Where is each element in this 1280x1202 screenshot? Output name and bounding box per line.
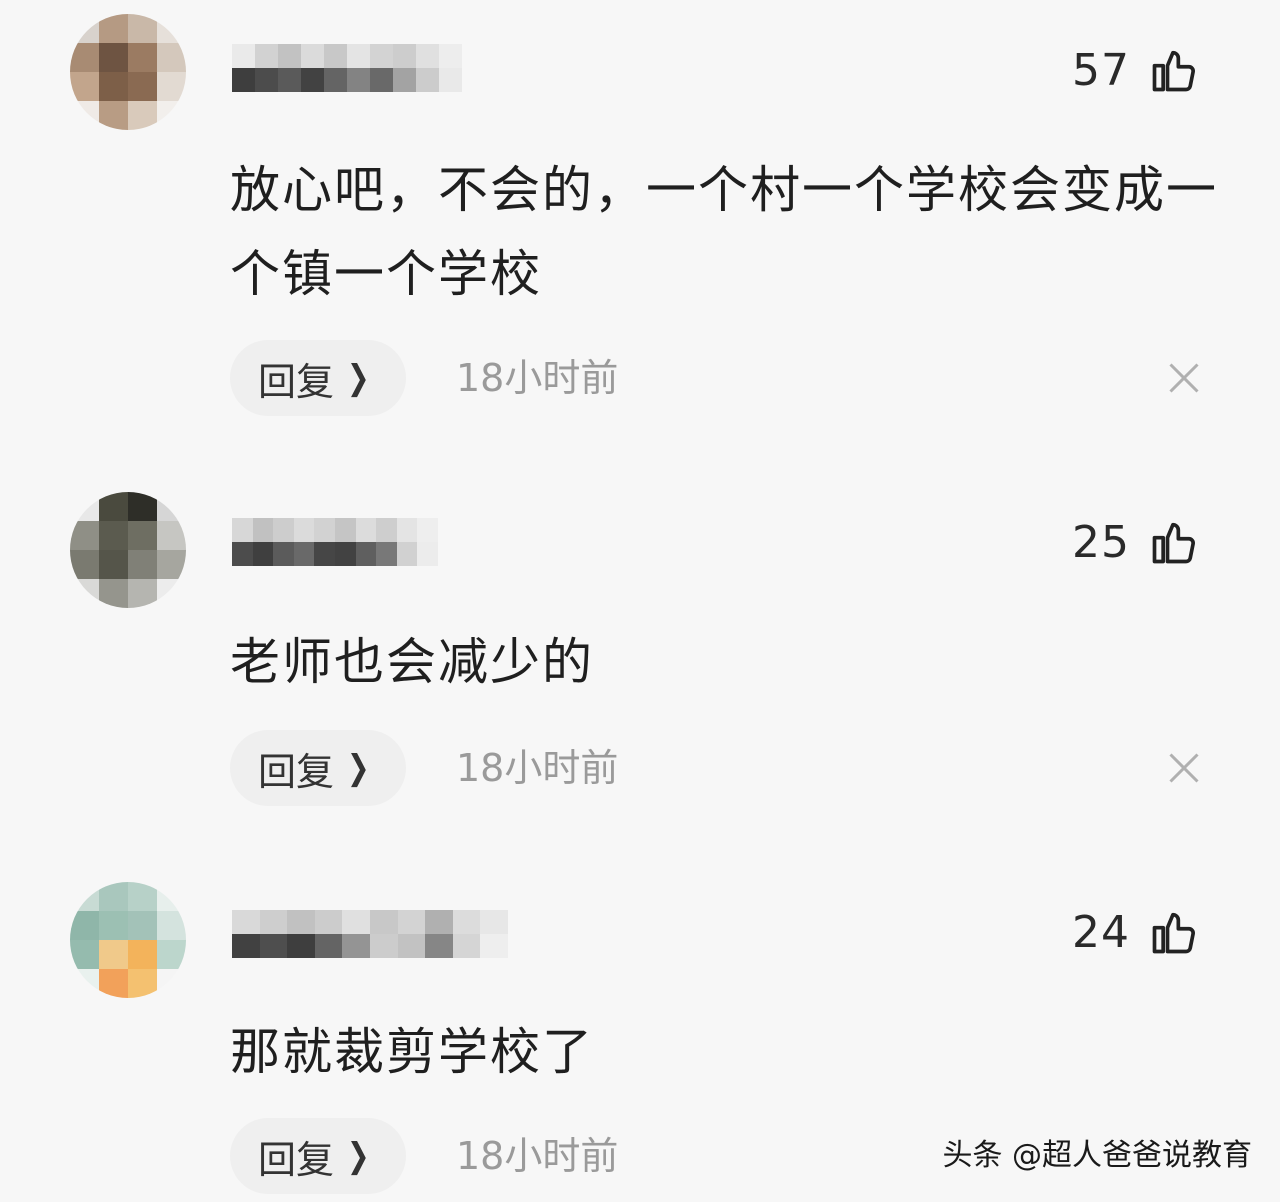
chevron-right-icon: ❯ (346, 748, 370, 788)
avatar[interactable] (70, 882, 186, 998)
like-group[interactable]: 25 (1072, 512, 1200, 572)
username-blurred[interactable] (232, 518, 438, 566)
comment-item: 57 放心吧，不会的，一个村一个学校会变成一个镇一个学校 回复 ❯ 18小时前 (0, 0, 1280, 440)
like-count: 25 (1072, 516, 1130, 568)
comment-item: 25 老师也会减少的 回复 ❯ 18小时前 (0, 440, 1280, 860)
thumbs-up-icon[interactable] (1148, 44, 1200, 96)
username-blurred[interactable] (232, 44, 462, 92)
reply-label: 回复 (258, 1137, 335, 1182)
reply-button[interactable]: 回复 ❯ (230, 730, 406, 806)
close-icon[interactable] (1166, 360, 1202, 396)
avatar[interactable] (70, 14, 186, 130)
reply-label: 回复 (258, 359, 335, 404)
like-group[interactable]: 24 (1072, 902, 1200, 962)
thumbs-up-icon[interactable] (1148, 906, 1200, 958)
reply-button[interactable]: 回复 ❯ (230, 340, 406, 416)
watermark: 头条 @超人爸爸说教育 (942, 1138, 1252, 1173)
like-count: 57 (1072, 44, 1130, 96)
reply-label: 回复 (258, 749, 335, 794)
avatar[interactable] (70, 492, 186, 608)
timestamp: 18小时前 (456, 1134, 619, 1178)
close-icon[interactable] (1166, 750, 1202, 786)
like-count: 24 (1072, 906, 1130, 958)
comment-text: 放心吧，不会的，一个村一个学校会变成一个镇一个学校 (230, 161, 1218, 303)
username-blurred[interactable] (232, 910, 508, 958)
comment-text: 老师也会减少的 (230, 633, 594, 691)
like-group[interactable]: 57 (1072, 40, 1200, 100)
comment-text: 那就裁剪学校了 (230, 1023, 594, 1081)
reply-button[interactable]: 回复 ❯ (230, 1118, 406, 1194)
timestamp: 18小时前 (456, 746, 619, 790)
chevron-right-icon: ❯ (346, 1136, 370, 1176)
timestamp: 18小时前 (456, 356, 619, 400)
thumbs-up-icon[interactable] (1148, 516, 1200, 568)
chevron-right-icon: ❯ (346, 358, 370, 398)
